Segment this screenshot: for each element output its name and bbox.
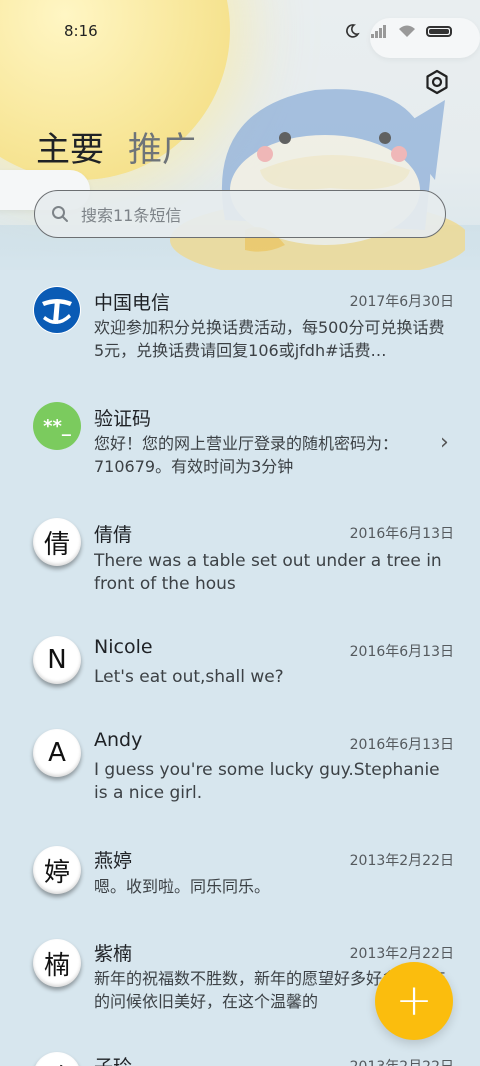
thread-snippet: 您好！您的网上营业厅登录的随机密码为：710679。有效时间为3分钟: [94, 434, 399, 476]
thread-name: 中国电信: [94, 292, 171, 314]
thread-snippet: 嗯。收到啦。同乐同乐。: [94, 877, 271, 896]
thread-snippet: I guess you're some lucky guy.Stephanie …: [94, 760, 440, 803]
chevron-right-icon[interactable]: ›: [440, 430, 449, 455]
thread-row[interactable]: N Nicole 2016年6月13日 Let's eat out,shall …: [0, 632, 480, 722]
wifi-icon: [399, 25, 415, 37]
thread-row[interactable]: 玲 子玲 2013年2月22日: [0, 1048, 480, 1066]
thread-snippet: 欢迎参加积分兑换话费活动，每500分可兑换话费5元，兑换话费请回复106或jfd…: [94, 318, 445, 360]
search-placeholder: 搜索11条短信: [81, 206, 182, 225]
thread-date: 2016年6月13日: [349, 526, 454, 542]
settings-button[interactable]: [420, 65, 454, 99]
search-input[interactable]: 搜索11条短信: [34, 190, 446, 238]
tab-bar: 主要 推广: [36, 122, 196, 171]
thread-name: Andy: [94, 729, 143, 751]
thread-date: 2017年6月30日: [349, 294, 454, 310]
thread-snippet: Let's eat out,shall we?: [94, 667, 284, 687]
thread-date: 2016年6月13日: [349, 644, 454, 660]
battery-icon: [426, 25, 452, 37]
status-time: 8:16: [64, 22, 98, 40]
tab-primary[interactable]: 主要: [36, 122, 104, 171]
thread-name: 验证码: [94, 408, 152, 430]
avatar-verification: **_: [33, 402, 81, 450]
thread-snippet: There was a table set out under a tree i…: [94, 551, 442, 594]
thread-name: Nicole: [94, 636, 153, 658]
plus-icon: +: [395, 975, 433, 1026]
avatar: 倩: [33, 518, 81, 566]
thread-row[interactable]: 婷 燕婷 2013年2月22日 嗯。收到啦。同乐同乐。: [0, 842, 480, 932]
thread-date: 2013年2月22日: [349, 946, 454, 962]
search-icon: [52, 206, 68, 222]
thread-row[interactable]: 倩 倩倩 2016年6月13日 There was a table set ou…: [0, 514, 480, 624]
thread-date: 2013年2月22日: [349, 853, 454, 869]
signal-icon: [371, 25, 386, 38]
thread-row[interactable]: A Andy 2016年6月13日 I guess you're some lu…: [0, 725, 480, 835]
new-message-button[interactable]: +: [375, 962, 453, 1040]
status-icons: [344, 23, 452, 39]
moon-icon: [346, 24, 360, 38]
gear-icon: [426, 69, 448, 95]
thread-name: 紫楠: [94, 943, 133, 965]
thread-name: 倩倩: [94, 524, 133, 546]
thread-date: 2013年2月22日: [350, 1056, 454, 1066]
thread-name: 子玲: [94, 1052, 132, 1066]
telecom-logo-icon: [34, 287, 80, 333]
status-bar: 8:16: [0, 0, 480, 62]
avatar: N: [33, 636, 81, 684]
thread-name: 燕婷: [94, 850, 133, 872]
thread-date: 2016年6月13日: [349, 737, 454, 753]
avatar: A: [33, 729, 81, 777]
avatar-telecom-logo: [33, 286, 81, 334]
avatar: 楠: [33, 939, 81, 987]
avatar: 婷: [33, 846, 81, 894]
penguin-illustration: [170, 89, 465, 270]
thread-row[interactable]: **_ 验证码 您好！您的网上营业厅登录的随机密码为：710679。有效时间为3…: [0, 398, 480, 508]
thread-row[interactable]: 中国电信 2017年6月30日 欢迎参加积分兑换话费活动，每500分可兑换话费5…: [0, 282, 480, 392]
avatar: 玲: [33, 1052, 81, 1066]
tab-promotions[interactable]: 推广: [128, 122, 196, 171]
